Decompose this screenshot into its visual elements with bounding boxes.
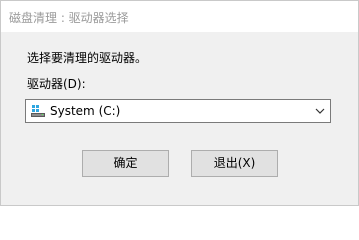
- drive-select-value: System (C:): [50, 104, 121, 118]
- chevron-down-icon[interactable]: [315, 108, 325, 115]
- ok-button[interactable]: 确定: [82, 150, 169, 177]
- drive-icon: [31, 105, 45, 117]
- disk-cleanup-dialog: 磁盘清理 : 驱动器选择 选择要清理的驱动器。 驱动器(D): System (…: [0, 0, 359, 206]
- drive-label: 驱动器(D):: [27, 77, 86, 91]
- exit-button[interactable]: 退出(X): [191, 150, 278, 177]
- title-bar[interactable]: 磁盘清理 : 驱动器选择: [1, 1, 358, 32]
- instruction-text: 选择要清理的驱动器。: [27, 51, 148, 65]
- drive-select[interactable]: System (C:): [25, 99, 331, 123]
- window-title: 磁盘清理 : 驱动器选择: [9, 11, 129, 25]
